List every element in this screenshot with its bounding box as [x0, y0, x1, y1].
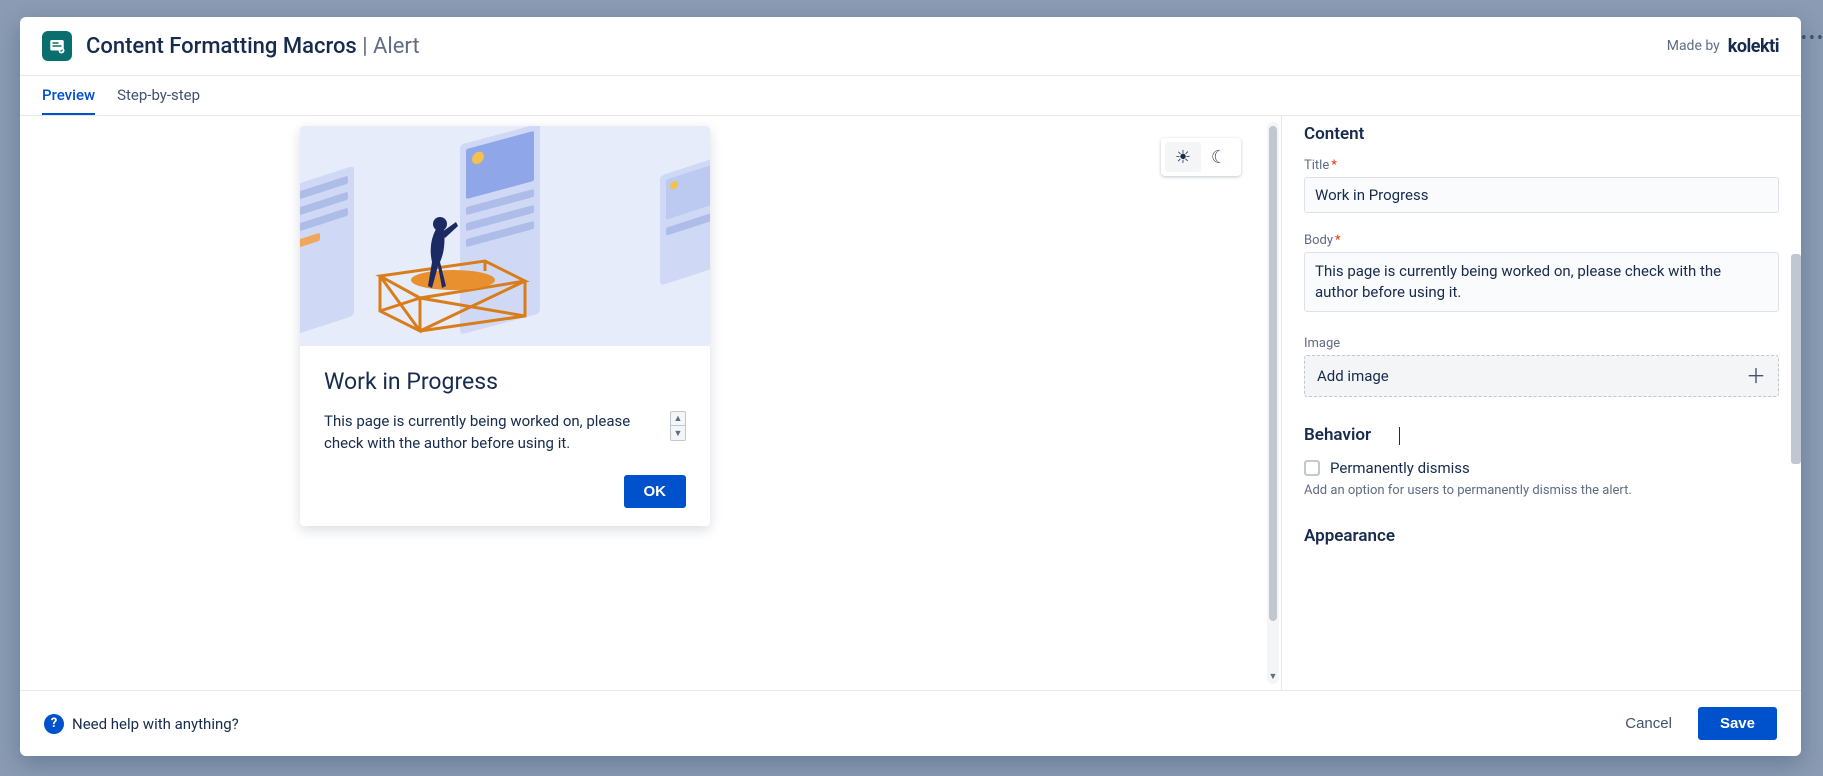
title-label: Title*: [1304, 158, 1779, 173]
macro-config-dialog: Content Formatting Macros | Alert Made b…: [20, 17, 1801, 756]
preview-alert-card: Work in Progress This page is currently …: [300, 126, 710, 526]
config-pane: Content Title* Body* Image Add image ＋: [1281, 116, 1801, 690]
permanently-dismiss-help: Add an option for users to permanently d…: [1304, 483, 1779, 498]
chevron-up-icon[interactable]: ▲: [671, 412, 685, 426]
chevron-down-icon[interactable]: ▼: [671, 426, 685, 440]
tab-bar: Preview Step-by-step: [20, 76, 1801, 116]
sun-icon: ☀: [1175, 147, 1191, 168]
preview-title: Work in Progress: [324, 368, 686, 395]
macro-name: Alert: [373, 34, 420, 59]
body-textarea[interactable]: [1304, 252, 1779, 312]
add-image-button[interactable]: Add image ＋: [1304, 355, 1779, 397]
section-content: Content: [1304, 124, 1779, 144]
cancel-button[interactable]: Cancel: [1611, 707, 1686, 740]
dialog-title: Content Formatting Macros | Alert: [86, 34, 420, 59]
dialog-header: Content Formatting Macros | Alert Made b…: [20, 17, 1801, 76]
dialog-footer: ? Need help with anything? Cancel Save: [20, 690, 1801, 756]
section-behavior: Behavior: [1304, 425, 1779, 445]
config-scrollbar[interactable]: [1789, 116, 1801, 690]
preview-stepper[interactable]: ▲ ▼: [670, 411, 686, 441]
add-image-label: Add image: [1317, 367, 1389, 385]
light-mode-button[interactable]: ☀: [1165, 142, 1201, 172]
overflow-menu-icon[interactable]: •••: [1801, 28, 1823, 49]
help-icon: ?: [44, 714, 64, 734]
ok-button[interactable]: OK: [624, 475, 687, 508]
permanently-dismiss-label: Permanently dismiss: [1330, 459, 1470, 477]
preview-body-text: This page is currently being worked on, …: [324, 411, 658, 455]
app-name: Content Formatting Macros: [86, 34, 357, 59]
tab-step-by-step[interactable]: Step-by-step: [117, 76, 200, 115]
permanently-dismiss-checkbox[interactable]: [1304, 460, 1320, 476]
preview-pane: ☀ ☾: [20, 116, 1281, 690]
moon-icon: ☾: [1211, 147, 1227, 168]
brand-logo: kolekti: [1728, 36, 1779, 57]
preview-scrollbar[interactable]: ▼: [1267, 122, 1279, 684]
plus-icon: ＋: [1746, 366, 1766, 386]
theme-toggle: ☀ ☾: [1161, 138, 1241, 176]
image-label: Image: [1304, 336, 1779, 351]
body-label: Body*: [1304, 233, 1779, 248]
scroll-down-icon[interactable]: ▼: [1269, 671, 1278, 682]
text-cursor-icon: [1399, 427, 1400, 445]
made-by-label: Made by: [1667, 38, 1720, 54]
dark-mode-button[interactable]: ☾: [1201, 142, 1237, 172]
title-input[interactable]: [1304, 177, 1779, 213]
help-link[interactable]: ? Need help with anything?: [44, 714, 239, 734]
tab-preview[interactable]: Preview: [42, 76, 95, 115]
save-button[interactable]: Save: [1698, 707, 1777, 740]
section-appearance: Appearance: [1304, 526, 1779, 546]
app-icon: [42, 31, 72, 61]
preview-illustration: [300, 126, 710, 346]
help-label: Need help with anything?: [72, 715, 239, 733]
